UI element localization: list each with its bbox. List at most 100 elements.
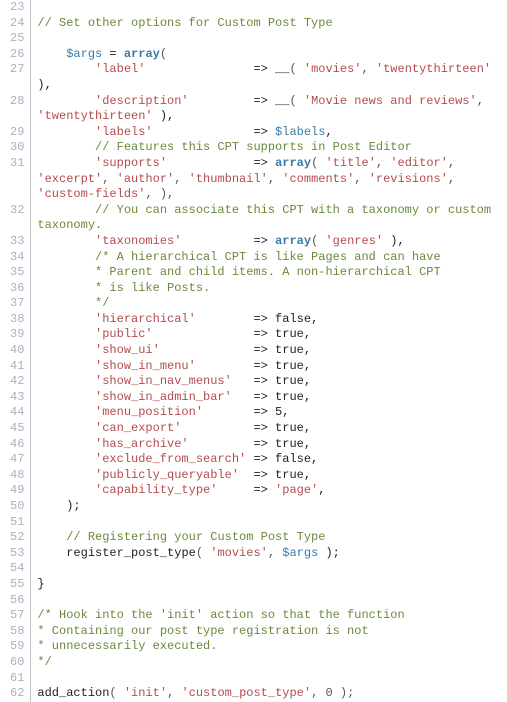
code-token — [37, 296, 95, 310]
code-token: => — [181, 234, 275, 248]
line-number: 61 — [10, 671, 24, 687]
line-number-continuation — [10, 109, 24, 125]
code-line: /* Hook into the 'init' action so that t… — [37, 608, 507, 624]
code-token — [37, 140, 95, 154]
code-token: 'movies' — [210, 546, 268, 560]
code-token: 'twentythirteen' — [376, 62, 491, 76]
code-token: $args — [282, 546, 318, 560]
line-number: 49 — [10, 483, 24, 499]
line-number: 52 — [10, 530, 24, 546]
line-number: 43 — [10, 390, 24, 406]
code-token: array — [275, 234, 311, 248]
code-token: __ — [275, 62, 289, 76]
line-number: 25 — [10, 31, 24, 47]
code-token: => true, — [196, 359, 311, 373]
line-number-continuation — [10, 172, 24, 188]
line-number: 57 — [10, 608, 24, 624]
code-token: ); — [37, 499, 80, 513]
code-token: */ — [37, 655, 51, 669]
line-number-continuation — [10, 218, 24, 234]
code-token: 'custom-fields' — [37, 187, 145, 201]
code-token: , — [318, 483, 325, 497]
code-token: __ — [275, 94, 289, 108]
line-number: 33 — [10, 234, 24, 250]
code-token: ( — [289, 62, 303, 76]
code-token: 'has_archive' — [95, 437, 189, 451]
code-token: ( — [160, 47, 167, 61]
code-token: } — [37, 577, 44, 591]
code-token: => true, — [239, 468, 311, 482]
code-token: * Parent and child items. A non-hierarch… — [95, 265, 441, 279]
line-number: 46 — [10, 437, 24, 453]
code-token: 'thumbnail' — [189, 172, 268, 186]
code-line: 'show_in_admin_bar' => true, — [37, 390, 507, 406]
code-token: 'page' — [275, 483, 318, 497]
code-line: 'taxonomies' => array( 'genres' ), — [37, 234, 507, 250]
code-token: 'title' — [325, 156, 375, 170]
code-token: /* A hierarchical CPT is like Pages and … — [95, 250, 441, 264]
code-token: , ), — [145, 187, 174, 201]
code-token: , — [448, 156, 462, 170]
code-token: 'public' — [95, 327, 153, 341]
code-token: 'genres' — [325, 234, 383, 248]
line-number: 30 — [10, 140, 24, 156]
line-number-continuation — [10, 187, 24, 203]
code-line — [37, 0, 507, 16]
code-token: * unnecessarily executed. — [37, 639, 217, 653]
line-number-continuation — [10, 78, 24, 94]
code-token: , — [325, 125, 332, 139]
code-token: 'movies' — [304, 62, 362, 76]
line-number: 41 — [10, 359, 24, 375]
code-token — [37, 281, 95, 295]
line-number: 44 — [10, 405, 24, 421]
code-token — [37, 265, 95, 279]
code-token: , — [268, 546, 282, 560]
code-token: , — [268, 172, 282, 186]
code-token: 'author' — [117, 172, 175, 186]
line-number: 29 — [10, 125, 24, 141]
code-token: add_action — [37, 686, 109, 700]
code-line: add_action( 'init', 'custom_post_type', … — [37, 686, 507, 702]
code-line: 'has_archive' => true, — [37, 437, 507, 453]
code-line: * Parent and child items. A non-hierarch… — [37, 265, 507, 281]
line-number: 39 — [10, 327, 24, 343]
code-token: => true, — [232, 390, 311, 404]
code-line — [37, 31, 507, 47]
code-line — [37, 561, 507, 577]
code-token: , — [167, 686, 181, 700]
code-token — [37, 359, 95, 373]
code-token: ( — [196, 546, 210, 560]
code-token: 'menu_position' — [95, 405, 203, 419]
code-token: 'twentythirteen' — [37, 109, 152, 123]
code-token: 'Movie news and reviews' — [304, 94, 477, 108]
code-token — [37, 234, 95, 248]
code-token — [37, 250, 95, 264]
code-line: 'show_in_nav_menus' => true, — [37, 374, 507, 390]
code-token — [37, 452, 95, 466]
code-line: * Containing our post type registration … — [37, 624, 507, 640]
code-token — [37, 156, 95, 170]
code-token — [37, 343, 95, 357]
code-line — [37, 593, 507, 609]
line-number: 62 — [10, 686, 24, 702]
code-token — [37, 468, 95, 482]
code-token: 'show_in_nav_menus' — [95, 374, 232, 388]
line-number: 36 — [10, 281, 24, 297]
line-number: 32 — [10, 203, 24, 219]
code-token: , — [361, 62, 375, 76]
code-token — [37, 125, 95, 139]
line-number: 34 — [10, 250, 24, 266]
line-number: 28 — [10, 94, 24, 110]
code-token — [37, 405, 95, 419]
code-token: => true, — [153, 327, 311, 341]
code-token: register_post_type — [66, 546, 196, 560]
line-number: 35 — [10, 265, 24, 281]
line-number: 37 — [10, 296, 24, 312]
line-number: 50 — [10, 499, 24, 515]
line-number: 60 — [10, 655, 24, 671]
code-token: $labels — [275, 125, 325, 139]
code-token: => false, — [246, 452, 318, 466]
line-number: 51 — [10, 515, 24, 531]
code-token: 'custom_post_type' — [181, 686, 311, 700]
code-token: 'init' — [124, 686, 167, 700]
